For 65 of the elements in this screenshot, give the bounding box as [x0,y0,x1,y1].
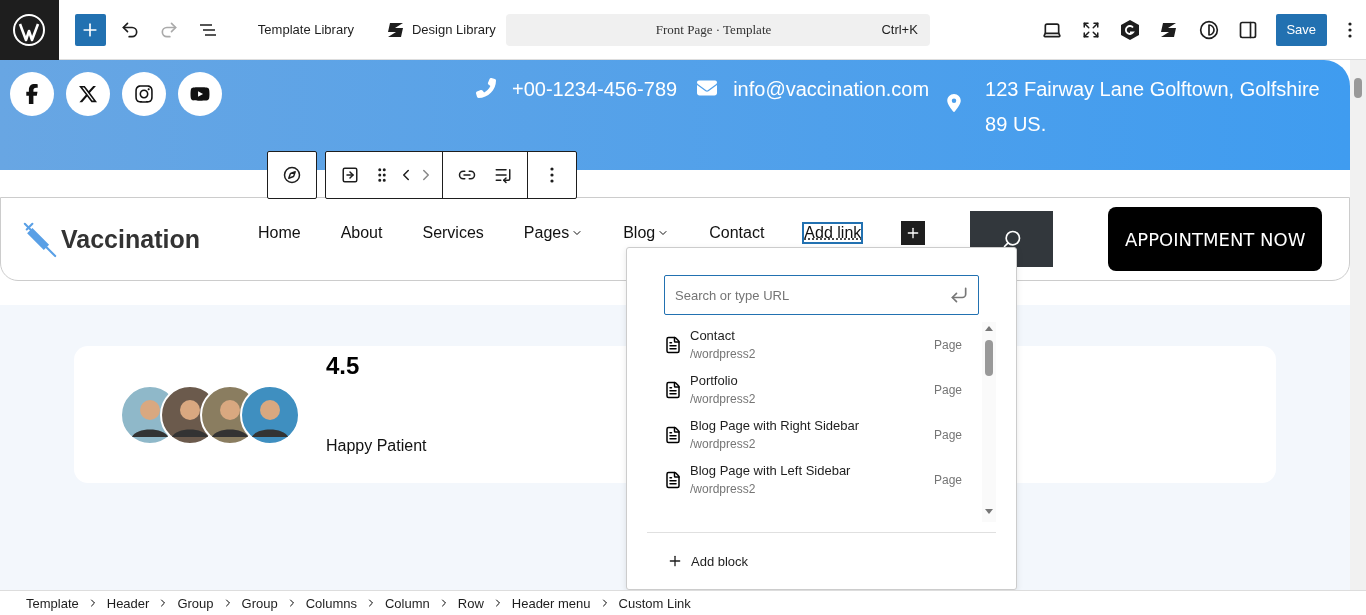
breadcrumb-item[interactable]: Template [18,595,87,611]
avatar [240,384,300,445]
breadcrumb-item[interactable]: Row [449,595,492,611]
breadcrumb-item[interactable]: Header menu [503,595,599,611]
template-library-button[interactable]: Template Library [251,22,360,37]
add-block-link[interactable]: Add block [647,532,996,589]
command-palette-bar[interactable]: Front Page · Template Ctrl+K [505,13,930,46]
submenu-icon [494,166,512,184]
wordpress-logo-icon[interactable] [12,12,47,47]
breadcrumb-item[interactable]: Column [376,595,438,611]
rating-label: Happy Patient [326,437,427,455]
facebook-link[interactable] [10,72,54,116]
nav-link[interactable]: Home [257,224,301,242]
nav-link[interactable]: Add link [804,224,862,242]
page-icon [664,335,682,354]
plus-icon [667,553,683,569]
email-address: info@vaccination.com [733,77,930,102]
design-library-button[interactable]: Design Library [379,19,502,40]
contrast-icon [1198,19,1219,40]
scrollbar[interactable] [982,322,996,522]
link-suggestion[interactable]: Blog Page with Left Sidebar /wordpress2 Page [664,457,982,502]
save-button[interactable]: Save [1275,13,1327,46]
nav-link[interactable]: About [340,224,383,242]
nav-link[interactable]: Services [422,224,484,242]
instagram-link[interactable] [122,72,166,116]
nav-link[interactable]: Pages [523,224,584,242]
instagram-icon [134,84,154,104]
page-icon [664,470,682,489]
add-item-button[interactable] [901,221,926,245]
link-suggestion[interactable]: Blog Page with Right Sidebar /wordpress2 Page [664,412,982,457]
x-link[interactable] [66,72,110,116]
x-icon [78,84,98,104]
add-block-button[interactable] [74,13,106,46]
nav-link[interactable]: Contact [709,224,765,242]
breadcrumb-item[interactable]: Group [169,595,222,611]
more-icon [550,167,554,183]
nav-link[interactable]: Blog [623,224,670,242]
breadcrumb-item[interactable]: Group [233,595,286,611]
compass-icon [283,166,301,184]
breadcrumb-item[interactable]: Custom Link [610,595,699,611]
sidebar-icon [1238,19,1258,40]
appointment-button[interactable]: APPOINTMENT NOW [1108,207,1323,271]
breadcrumb-item[interactable]: Header [98,595,158,611]
link-suggestion[interactable]: Contact /wordpress2 Page [664,322,982,367]
more-icon [1348,21,1353,38]
link-suggestion[interactable]: Portfolio /wordpress2 Page [664,367,982,412]
scrollbar[interactable] [1350,60,1366,590]
address-text: 123 Fairway Lane Golftown, Golfshire 89 US. [985,77,1321,137]
syringe-icon [21,220,59,258]
transform-icon [341,166,359,184]
site-logo[interactable]: Vaccination [61,224,200,254]
mail-icon [697,78,718,98]
phone-number: +00-1234-456-789 [512,77,678,102]
url-search-field[interactable]: Search or type URL [664,275,979,315]
page-icon [664,380,682,399]
rating-value: 4.5 [326,352,361,380]
youtube-link[interactable] [178,72,222,116]
breadcrumb-item[interactable]: Columns [297,595,365,611]
location-icon [945,94,964,112]
page-icon [664,425,682,444]
phone-icon [476,78,496,98]
undo-icon [119,19,140,40]
expand-icon [1081,20,1100,39]
youtube-icon [190,84,210,104]
enter-icon [949,285,969,305]
